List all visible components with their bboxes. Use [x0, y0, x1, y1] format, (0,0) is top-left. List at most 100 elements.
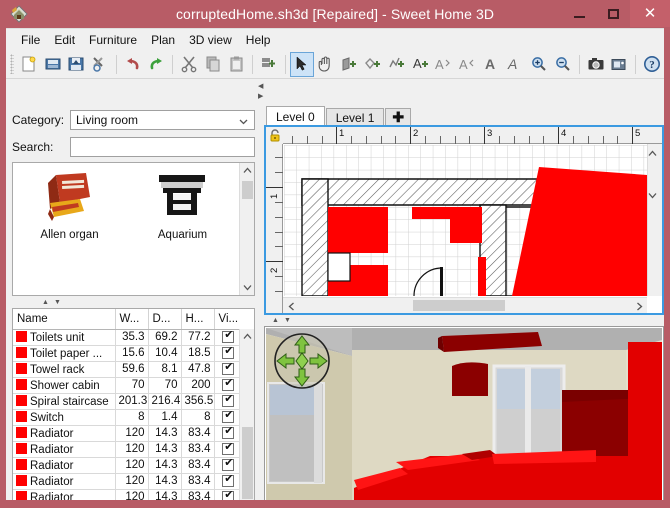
visible-checkbox[interactable]	[222, 377, 235, 391]
column-header-depth[interactable]: D...	[148, 309, 182, 330]
catalog-item[interactable]	[13, 261, 126, 295]
main-vertical-splitter[interactable]: ◀ ▶	[257, 80, 264, 501]
scrollbar-thumb[interactable]	[648, 162, 662, 186]
toolbar-grip[interactable]	[10, 54, 14, 74]
column-header-height[interactable]: H...	[181, 309, 215, 330]
plan-lock-corner[interactable]	[266, 127, 283, 144]
maximize-button[interactable]	[595, 0, 631, 27]
visible-checkbox[interactable]	[222, 473, 235, 487]
menu-file[interactable]: File	[14, 31, 47, 49]
visible-checkbox[interactable]	[222, 329, 235, 343]
select-arrow-icon[interactable]	[290, 51, 314, 77]
open-icon[interactable]	[41, 52, 65, 77]
catalog-table-splitter[interactable]: ▲ ▼	[10, 298, 257, 306]
cell-visible[interactable]	[214, 361, 242, 378]
save-icon[interactable]	[64, 52, 88, 77]
splitter-collapse-down-icon[interactable]: ▼	[284, 317, 291, 324]
furniture-catalog[interactable]: Allen organ Aquarium	[12, 162, 255, 296]
table-row[interactable]: Toilet paper ... 15.6 10.4 18.5	[13, 345, 242, 362]
decrease-text-size-icon[interactable]: A	[432, 52, 456, 77]
table-row[interactable]: Spiral staircase 201.3 216.4 356.5	[13, 393, 242, 410]
3d-view[interactable]	[264, 326, 664, 508]
splitter-collapse-right-icon[interactable]: ▶	[258, 92, 263, 100]
scroll-up-icon[interactable]	[240, 163, 254, 178]
table-row[interactable]: Radiator 120 14.3 83.4	[13, 425, 242, 442]
column-header-name[interactable]: Name	[13, 309, 116, 330]
menu-edit[interactable]: Edit	[47, 31, 82, 49]
minimize-button[interactable]	[561, 0, 597, 27]
scroll-up-icon[interactable]	[240, 329, 254, 344]
tab-level-0[interactable]: Level 0	[266, 106, 325, 126]
scroll-down-icon[interactable]	[240, 280, 254, 295]
menu-furniture[interactable]: Furniture	[82, 31, 144, 49]
italic-icon[interactable]: A	[504, 52, 528, 77]
scroll-down-icon[interactable]	[648, 186, 662, 204]
scroll-left-icon[interactable]	[283, 298, 299, 313]
search-input[interactable]	[70, 137, 255, 157]
catalog-item[interactable]	[126, 261, 239, 295]
cell-visible[interactable]	[214, 425, 242, 442]
furniture-list[interactable]: Name W... D... H... Vi... Toilets unit 35…	[12, 308, 255, 508]
visible-checkbox[interactable]	[222, 393, 235, 407]
paste-icon[interactable]	[225, 52, 249, 77]
visible-checkbox[interactable]	[222, 457, 235, 471]
furniture-list-scrollbar[interactable]	[239, 329, 254, 508]
table-row[interactable]: Radiator 120 14.3 83.4	[13, 457, 242, 474]
add-text-icon[interactable]: A	[409, 52, 433, 77]
video-create-icon[interactable]	[607, 52, 631, 77]
redo-icon[interactable]	[145, 52, 169, 77]
padlock-icon[interactable]	[268, 128, 283, 147]
catalog-item[interactable]: Allen organ	[13, 163, 126, 261]
create-polylines-icon[interactable]	[385, 52, 409, 77]
table-row[interactable]: Radiator 120 14.3 83.4	[13, 441, 242, 458]
create-walls-icon[interactable]	[338, 52, 362, 77]
menu-3d-view[interactable]: 3D view	[182, 31, 239, 49]
table-row[interactable]: Towel rack 59.6 8.1 47.8	[13, 361, 242, 378]
splitter-collapse-down-icon[interactable]: ▼	[54, 299, 61, 306]
table-row[interactable]: Toilets unit 35.3 69.2 77.2	[13, 329, 242, 346]
new-home-icon[interactable]	[17, 52, 41, 77]
visible-checkbox[interactable]	[222, 345, 235, 359]
preferences-icon[interactable]	[88, 52, 112, 77]
plan-horizontal-scrollbar[interactable]	[283, 297, 647, 313]
visible-checkbox[interactable]	[222, 441, 235, 455]
visible-checkbox[interactable]	[222, 409, 235, 423]
pan-hand-icon[interactable]	[314, 52, 338, 77]
plan-vertical-scrollbar[interactable]	[647, 144, 662, 296]
catalog-scrollbar[interactable]	[239, 163, 254, 295]
menu-help[interactable]: Help	[239, 31, 278, 49]
tab-level-1[interactable]: Level 1	[325, 108, 385, 126]
cell-visible[interactable]	[214, 345, 242, 362]
increase-text-size-icon[interactable]: A	[456, 52, 480, 77]
scroll-right-icon[interactable]	[631, 298, 647, 313]
photo-create-icon[interactable]	[584, 52, 608, 77]
cell-visible[interactable]	[214, 457, 242, 474]
visible-checkbox[interactable]	[222, 425, 235, 439]
zoom-out-icon[interactable]	[551, 52, 575, 77]
category-select[interactable]: Living room	[70, 110, 255, 130]
menu-plan[interactable]: Plan	[144, 31, 182, 49]
copy-icon[interactable]	[201, 52, 225, 77]
plan-3d-splitter[interactable]: ▲ ▼	[264, 316, 664, 325]
zoom-in-icon[interactable]	[527, 52, 551, 77]
bold-icon[interactable]: A	[480, 52, 504, 77]
scrollbar-thumb[interactable]	[242, 427, 253, 499]
cell-visible[interactable]	[214, 377, 242, 394]
column-header-width[interactable]: W...	[115, 309, 149, 330]
plan-canvas[interactable]	[284, 145, 647, 296]
splitter-collapse-left-icon[interactable]: ◀	[258, 82, 263, 90]
add-furniture-icon[interactable]	[257, 52, 281, 77]
table-row[interactable]: Shower cabin 70 70 200	[13, 377, 242, 394]
plan-view[interactable]: 1 2 3 4 5 1 2	[264, 125, 664, 315]
scroll-up-icon[interactable]	[648, 144, 662, 162]
navigation-compass[interactable]	[273, 332, 331, 390]
add-level-button[interactable]: ✚	[385, 108, 412, 126]
create-rooms-icon[interactable]	[361, 52, 385, 77]
cut-icon[interactable]	[177, 52, 201, 77]
cell-visible[interactable]	[214, 441, 242, 458]
table-row[interactable]: Radiator 120 14.3 83.4	[13, 473, 242, 490]
cell-visible[interactable]	[214, 329, 242, 346]
help-icon[interactable]: ?	[640, 52, 664, 77]
splitter-collapse-up-icon[interactable]: ▲	[272, 317, 279, 324]
table-row[interactable]: Switch 8 1.4 8	[13, 409, 242, 426]
